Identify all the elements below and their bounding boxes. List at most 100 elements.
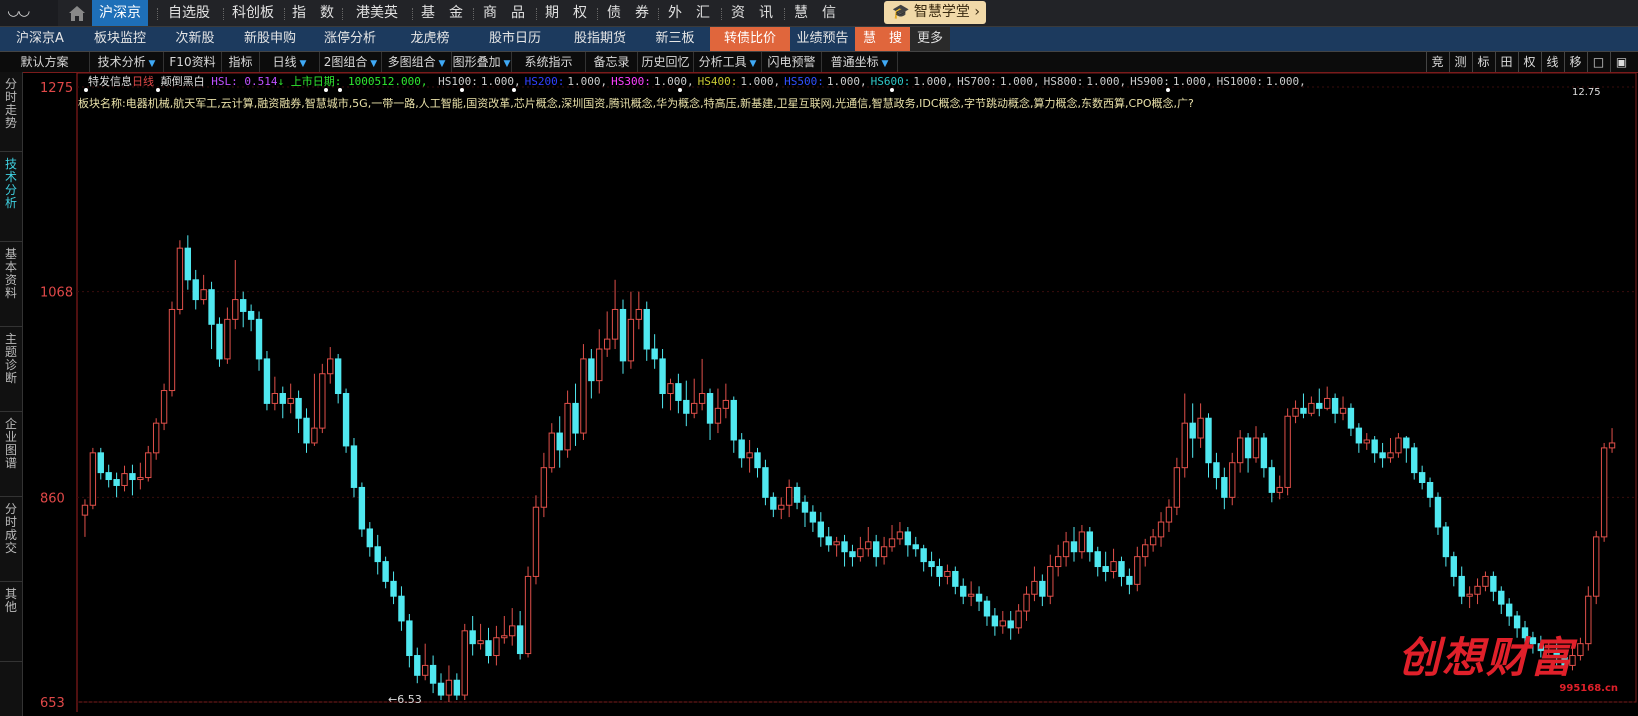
candle-body[interactable] [1015,610,1022,629]
candle-body[interactable] [382,561,389,582]
candle-body[interactable] [1371,439,1378,454]
candle-body[interactable] [303,417,310,444]
candle-body[interactable] [1213,462,1220,479]
candle-body[interactable] [1466,593,1473,597]
candle-body[interactable] [888,538,896,548]
candle-body[interactable] [113,479,120,486]
candle-body[interactable] [1442,526,1450,558]
candle-body[interactable] [651,348,658,360]
candle-body[interactable] [1292,407,1299,417]
candle-body[interactable] [912,544,919,550]
candle-body[interactable] [1434,496,1442,528]
topnav-item-4[interactable]: 港美英 [345,0,409,26]
candle-body[interactable] [398,595,405,622]
candle-body[interactable] [999,620,1006,627]
candle-body[interactable] [596,348,603,382]
toolbar-item-6[interactable]: 多图组合 ▼ [382,52,452,72]
candle-body[interactable] [437,682,445,696]
candle-body[interactable] [1023,593,1030,612]
candle-body[interactable] [762,467,769,498]
candle-body[interactable] [960,585,967,597]
candle-body[interactable] [105,472,112,481]
topnav-item-2[interactable]: 科创板 [226,0,280,26]
candle-body[interactable] [1126,575,1133,585]
candle-body[interactable] [469,630,476,645]
candle-body[interactable] [1047,566,1054,597]
candle-body[interactable] [1403,437,1410,449]
candle-body[interactable] [556,432,563,451]
candle-body[interactable] [390,580,397,597]
candle-body[interactable] [453,679,461,696]
subnav-item-3[interactable]: 新股申购 [230,27,310,51]
candle-body[interactable] [698,393,706,404]
candle-body[interactable] [240,299,247,312]
left-tab-3[interactable]: 主题诊断 [0,327,22,412]
candle-body[interactable] [414,655,421,676]
topnav-item-1[interactable]: 自选股 [160,0,218,26]
topnav-item-3[interactable]: 指 数 [287,0,339,26]
toolbar-item-5[interactable]: 2图组合 ▼ [320,52,382,72]
candle-body[interactable] [1300,407,1307,414]
candle-body[interactable] [208,289,215,325]
candle-body[interactable] [928,561,935,568]
candle-body[interactable] [1608,442,1616,449]
candle-body[interactable] [1482,575,1489,587]
topnav-item-0[interactable]: 沪深京 [92,0,148,26]
candle-body[interactable] [691,402,698,414]
candle-body[interactable] [991,615,999,627]
candle-body[interactable] [1062,541,1070,558]
toolbar-right-button-3[interactable]: 田 [1495,52,1517,72]
candle-body[interactable] [572,402,579,434]
topnav-item-5[interactable]: 基 金 [415,0,469,26]
subnav-item-10[interactable]: 业绩预告 [790,27,855,51]
candle-body[interactable] [1039,580,1046,597]
candle-body[interactable] [509,625,516,637]
candle-body[interactable] [1157,521,1165,538]
candle-body[interactable] [865,541,872,550]
toolbar-item-7[interactable]: 图形叠加 ▼ [452,52,512,72]
candle-body[interactable] [1078,531,1086,553]
candle-body[interactable] [683,399,690,414]
candle-body[interactable] [1244,437,1252,459]
candle-body[interactable] [493,637,500,657]
toolbar-item-2[interactable]: F10资料 [164,52,222,72]
candle-body[interactable] [366,528,373,548]
subnav-item-4[interactable]: 涨停分析 [310,27,390,51]
toolbar-item-4[interactable]: 日线 ▼ [260,52,320,72]
candle-body[interactable] [667,383,674,395]
candle-body[interactable] [461,630,468,696]
candle-body[interactable] [1268,467,1276,493]
candle-body[interactable] [1110,561,1117,572]
candle-body[interactable] [374,546,381,563]
candle-body[interactable] [1276,486,1283,493]
candle-body[interactable] [1221,477,1228,498]
candle-body[interactable] [327,358,334,375]
toolbar-item-9[interactable]: 备忘录 [586,52,638,72]
candle-body[interactable] [809,511,817,523]
toolbar-item-3[interactable]: 指标 [222,52,260,72]
toolbar-item-13[interactable]: 普通坐标 ▼ [822,52,898,72]
candle-body[interactable] [714,407,722,424]
candle-body[interactable] [920,548,927,563]
candle-body[interactable] [1458,575,1465,597]
candle-body[interactable] [1284,415,1291,488]
candle-body[interactable] [548,432,555,469]
candle-body[interactable] [516,625,524,655]
candle-body[interactable] [975,593,983,602]
left-tab-4[interactable]: 企业图谱 [0,412,22,497]
toolbar-right-button-2[interactable]: 标 [1472,52,1494,72]
candle-body[interactable] [952,570,959,587]
toolbar-right-button-6[interactable]: 移 [1564,52,1586,72]
toolbar-item-0[interactable]: 默认方案 [0,52,90,72]
candle-body[interactable] [580,358,587,434]
candle-body[interactable] [1395,437,1402,454]
candle-body[interactable] [825,536,832,546]
candle-body[interactable] [936,566,943,577]
candle-body[interactable] [1308,402,1315,414]
candle-body[interactable] [168,308,176,392]
candle-body[interactable] [1474,585,1481,595]
candle-body[interactable] [793,486,801,503]
candle-body[interactable] [1118,561,1125,577]
candle-body[interactable] [342,393,350,447]
left-tab-1[interactable]: 技术分析 [0,152,22,242]
